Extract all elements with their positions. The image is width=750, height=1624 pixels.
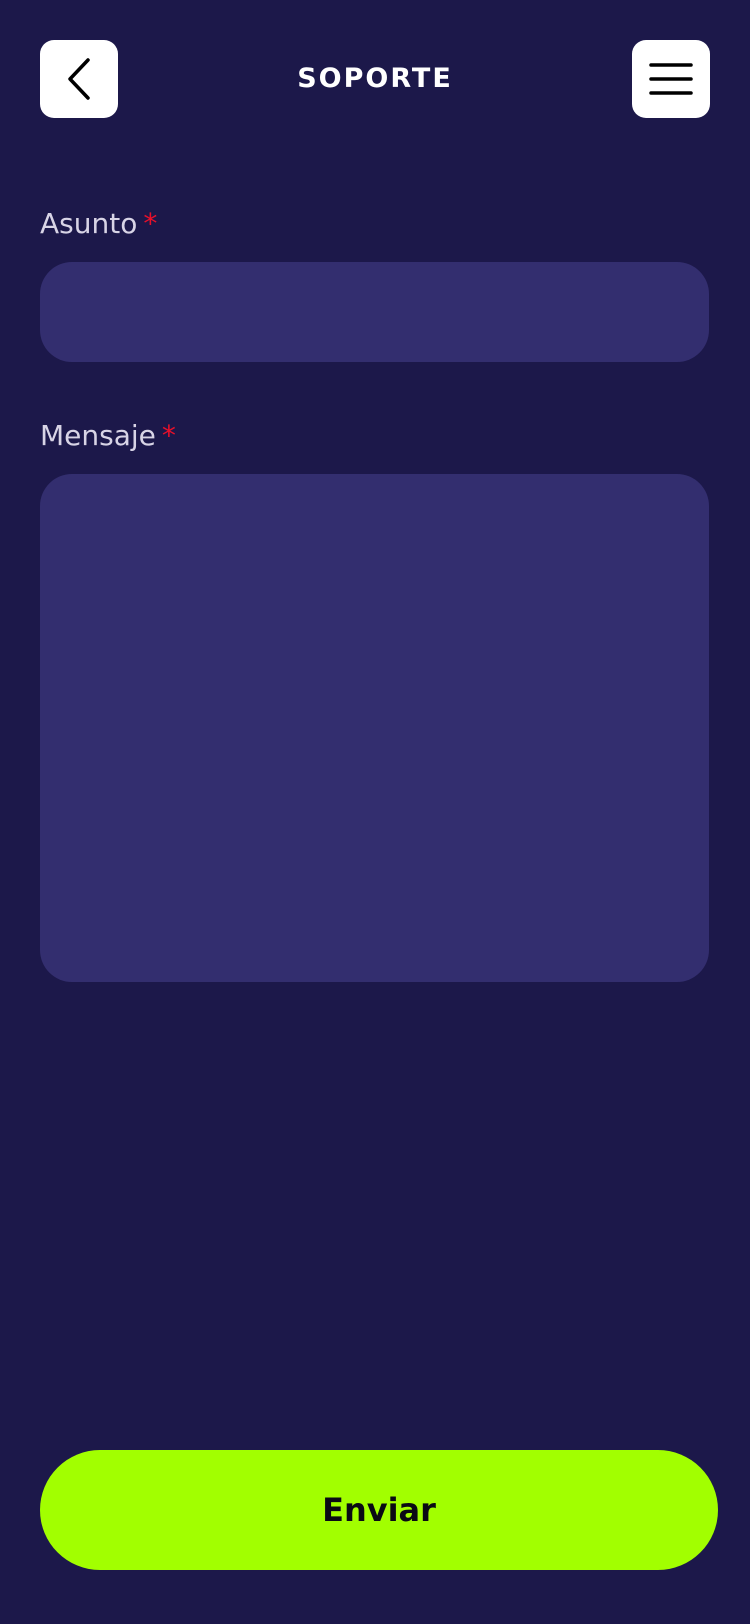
subject-label: Asunto * — [40, 204, 157, 244]
message-textarea[interactable] — [40, 474, 709, 982]
message-label-text: Mensaje — [40, 419, 156, 452]
subject-label-text: Asunto — [40, 207, 138, 240]
hamburger-menu-icon — [649, 63, 693, 95]
required-asterisk: * — [143, 207, 158, 240]
menu-button[interactable] — [632, 40, 710, 118]
required-asterisk: * — [161, 419, 176, 452]
send-button[interactable]: Enviar — [40, 1450, 718, 1570]
message-label: Mensaje * — [40, 416, 176, 456]
subject-input[interactable] — [40, 262, 709, 362]
